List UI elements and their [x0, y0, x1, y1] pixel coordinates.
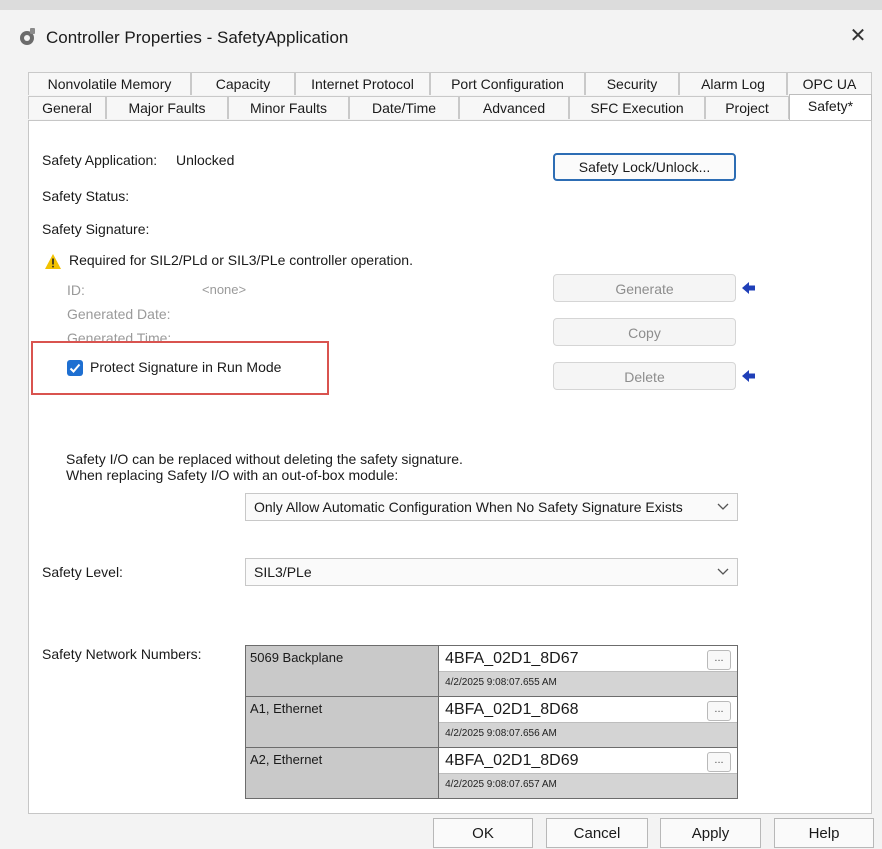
- copy-button[interactable]: Copy: [553, 318, 736, 346]
- cancel-button[interactable]: Cancel: [546, 818, 648, 848]
- tab-security[interactable]: Security: [585, 72, 679, 95]
- tab-minor-faults[interactable]: Minor Faults: [228, 96, 349, 119]
- protect-signature-label: Protect Signature in Run Mode: [90, 359, 282, 375]
- close-icon[interactable]: ✕: [844, 22, 872, 50]
- network-timestamp: 4/2/2025 9:08:07.655 AM: [445, 677, 557, 688]
- table-row: 5069 Backplane 4BFA_02D1_8D67 ... 4/2/20…: [244, 645, 738, 697]
- safety-lock-unlock-button[interactable]: Safety Lock/Unlock...: [553, 153, 736, 181]
- network-name: 5069 Backplane: [244, 645, 440, 697]
- network-name: A1, Ethernet: [244, 696, 440, 748]
- tab-alarm-log[interactable]: Alarm Log: [679, 72, 787, 95]
- browse-button[interactable]: ...: [707, 752, 731, 772]
- replace-info-line1: Safety I/O can be replaced without delet…: [66, 451, 463, 467]
- tab-capacity[interactable]: Capacity: [191, 72, 295, 95]
- safety-status-label: Safety Status:: [42, 188, 130, 204]
- network-number: 4BFA_02D1_8D67: [439, 646, 737, 672]
- chevron-down-icon: [717, 494, 729, 520]
- browse-button[interactable]: ...: [707, 650, 731, 670]
- id-value: <none>: [202, 282, 247, 297]
- delete-button[interactable]: Delete: [553, 362, 736, 390]
- title-bar: Controller Properties - SafetyApplicatio…: [0, 10, 882, 62]
- network-timestamp: 4/2/2025 9:08:07.657 AM: [445, 779, 557, 790]
- apply-button[interactable]: Apply: [660, 818, 761, 848]
- replace-info-line2: When replacing Safety I/O with an out-of…: [66, 467, 399, 483]
- checkmark-icon: [69, 363, 81, 373]
- chevron-down-icon: [717, 559, 729, 585]
- tab-advanced[interactable]: Advanced: [459, 96, 569, 119]
- table-row: A1, Ethernet 4BFA_02D1_8D68 ... 4/2/2025…: [244, 696, 738, 748]
- tab-project[interactable]: Project: [705, 96, 789, 119]
- tab-opc-ua[interactable]: OPC UA: [787, 72, 872, 95]
- top-strip: [0, 0, 882, 10]
- controller-properties-icon: [16, 26, 38, 48]
- tab-port-configuration[interactable]: Port Configuration: [430, 72, 585, 95]
- safety-level-value: SIL3/PLe: [254, 564, 312, 580]
- tab-nonvolatile-memory[interactable]: Nonvolatile Memory: [28, 72, 191, 95]
- network-number: 4BFA_02D1_8D69: [439, 748, 737, 774]
- table-row: A2, Ethernet 4BFA_02D1_8D69 ... 4/2/2025…: [244, 747, 738, 799]
- ok-button[interactable]: OK: [433, 818, 533, 848]
- replacement-mode-value: Only Allow Automatic Configuration When …: [254, 499, 683, 515]
- safety-network-numbers-table: 5069 Backplane 4BFA_02D1_8D67 ... 4/2/20…: [244, 645, 738, 799]
- tab-general[interactable]: General: [28, 96, 106, 119]
- safety-level-label: Safety Level:: [42, 564, 123, 580]
- arrow-left-icon: [742, 281, 756, 295]
- generated-date-label: Generated Date:: [67, 306, 171, 322]
- tab-sfc-execution[interactable]: SFC Execution: [569, 96, 705, 119]
- network-number: 4BFA_02D1_8D68: [439, 697, 737, 723]
- protect-signature-checkbox[interactable]: [67, 360, 83, 376]
- id-label: ID:: [67, 282, 85, 298]
- generate-button[interactable]: Generate: [553, 274, 736, 302]
- browse-button[interactable]: ...: [707, 701, 731, 721]
- replacement-mode-select[interactable]: Only Allow Automatic Configuration When …: [245, 493, 738, 521]
- window-title: Controller Properties - SafetyApplicatio…: [46, 28, 349, 47]
- tab-internet-protocol[interactable]: Internet Protocol: [295, 72, 430, 95]
- help-button[interactable]: Help: [774, 818, 874, 848]
- signature-warning-text: Required for SIL2/PLd or SIL3/PLe contro…: [69, 252, 413, 268]
- tab-safety[interactable]: Safety*: [789, 94, 872, 120]
- safety-application-label: Safety Application:: [42, 152, 158, 168]
- warning-icon: [44, 253, 62, 270]
- tab-major-faults[interactable]: Major Faults: [106, 96, 228, 119]
- network-name: A2, Ethernet: [244, 747, 440, 799]
- safety-signature-label: Safety Signature:: [42, 221, 150, 237]
- arrow-left-icon: [742, 369, 756, 383]
- safety-application-value: Unlocked: [176, 152, 235, 168]
- network-timestamp: 4/2/2025 9:08:07.656 AM: [445, 728, 557, 739]
- safety-level-select[interactable]: SIL3/PLe: [245, 558, 738, 586]
- tab-date-time[interactable]: Date/Time: [349, 96, 459, 119]
- safety-network-numbers-label: Safety Network Numbers:: [42, 646, 202, 662]
